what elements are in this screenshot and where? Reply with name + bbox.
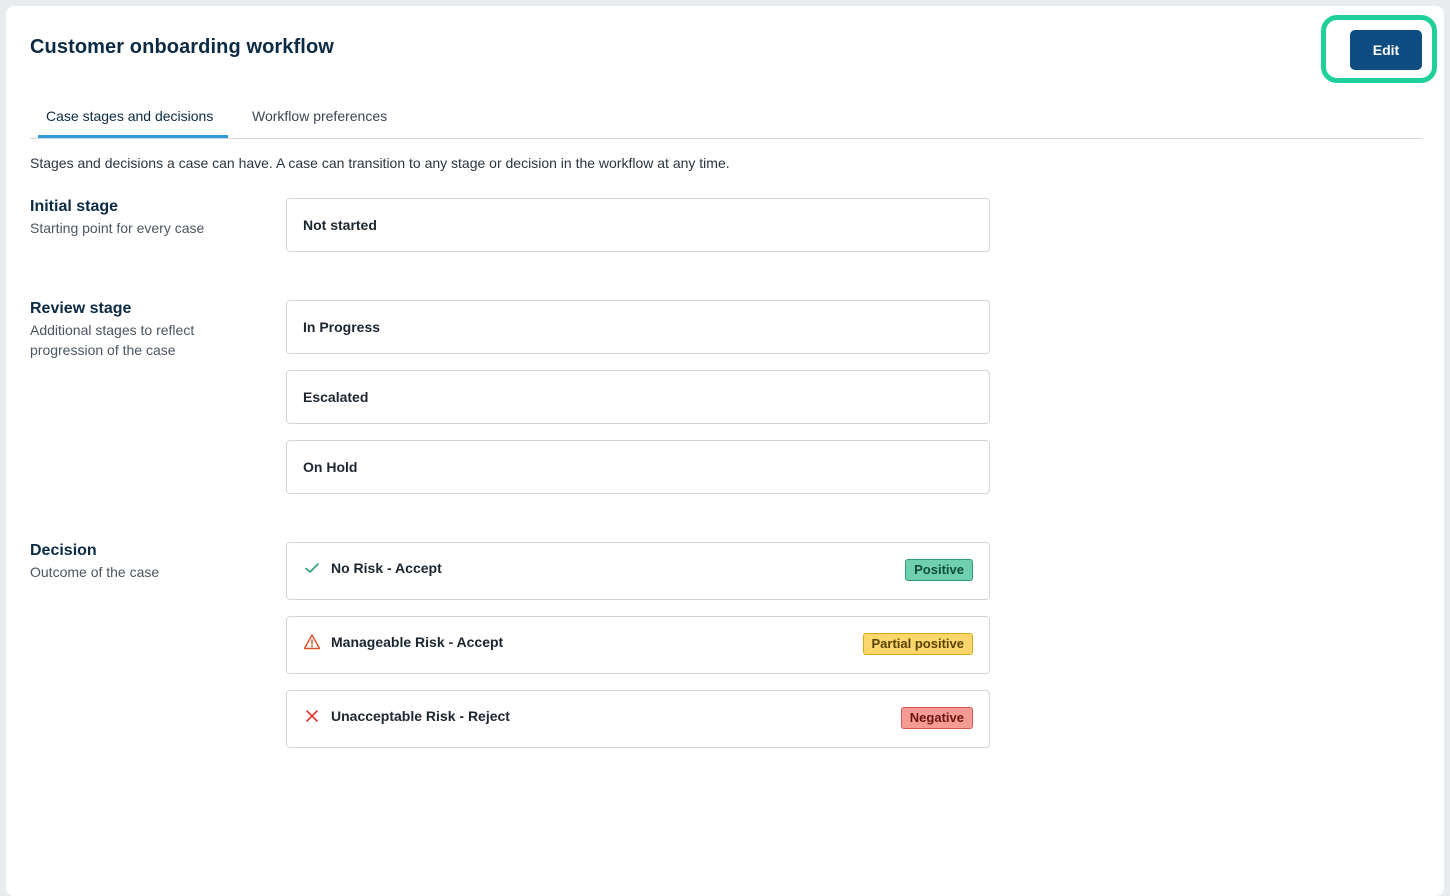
stage-field-escalated: Escalated bbox=[286, 370, 990, 424]
initial-stage-description: Starting point for every case bbox=[30, 220, 205, 236]
decision-label: Unacceptable Risk - Reject bbox=[331, 708, 510, 724]
stage-field-on-hold: On Hold bbox=[286, 440, 990, 494]
status-badge-partial-positive: Partial positive bbox=[862, 633, 973, 655]
stage-field-in-progress: In Progress bbox=[286, 300, 990, 354]
page-title: Customer onboarding workflow bbox=[30, 36, 334, 58]
check-icon bbox=[303, 559, 321, 577]
warning-triangle-icon bbox=[303, 633, 321, 651]
stage-label: Not started bbox=[303, 217, 377, 233]
decision-item-no-risk-accept: No Risk - Accept Positive bbox=[286, 542, 990, 600]
tab-workflow-preferences[interactable]: Workflow preferences bbox=[252, 96, 422, 138]
decision-label: No Risk - Accept bbox=[331, 560, 442, 576]
review-stage-title: Review stage bbox=[30, 300, 132, 317]
decision-item-unacceptable-risk-reject: Unacceptable Risk - Reject Negative bbox=[286, 690, 990, 748]
intro-text: Stages and decisions a case can have. A … bbox=[30, 155, 730, 171]
decision-label: Manageable Risk - Accept bbox=[331, 634, 504, 650]
decision-title: Decision bbox=[30, 542, 97, 559]
decision-item-manageable-risk-accept: Manageable Risk - Accept Partial positiv… bbox=[286, 616, 990, 674]
review-stage-description: Additional stages to reflect progression… bbox=[30, 322, 195, 358]
x-mark-icon bbox=[303, 707, 321, 725]
status-badge-positive: Positive bbox=[905, 559, 973, 581]
stage-label: Escalated bbox=[303, 389, 369, 405]
decision-description: Outcome of the case bbox=[30, 564, 160, 580]
tab-case-stages-and-decisions[interactable]: Case stages and decisions bbox=[38, 96, 228, 138]
workflow-card: Customer onboarding workflow Edit Case s… bbox=[6, 6, 1444, 896]
stage-label: In Progress bbox=[303, 319, 381, 335]
stage-field-not-started: Not started bbox=[286, 198, 990, 252]
stage-label: On Hold bbox=[303, 459, 358, 475]
edit-button[interactable]: Edit bbox=[1350, 30, 1422, 70]
initial-stage-title: Initial stage bbox=[30, 198, 119, 215]
status-badge-negative: Negative bbox=[900, 707, 973, 729]
tab-bar: Case stages and decisions Workflow prefe… bbox=[30, 96, 1422, 139]
